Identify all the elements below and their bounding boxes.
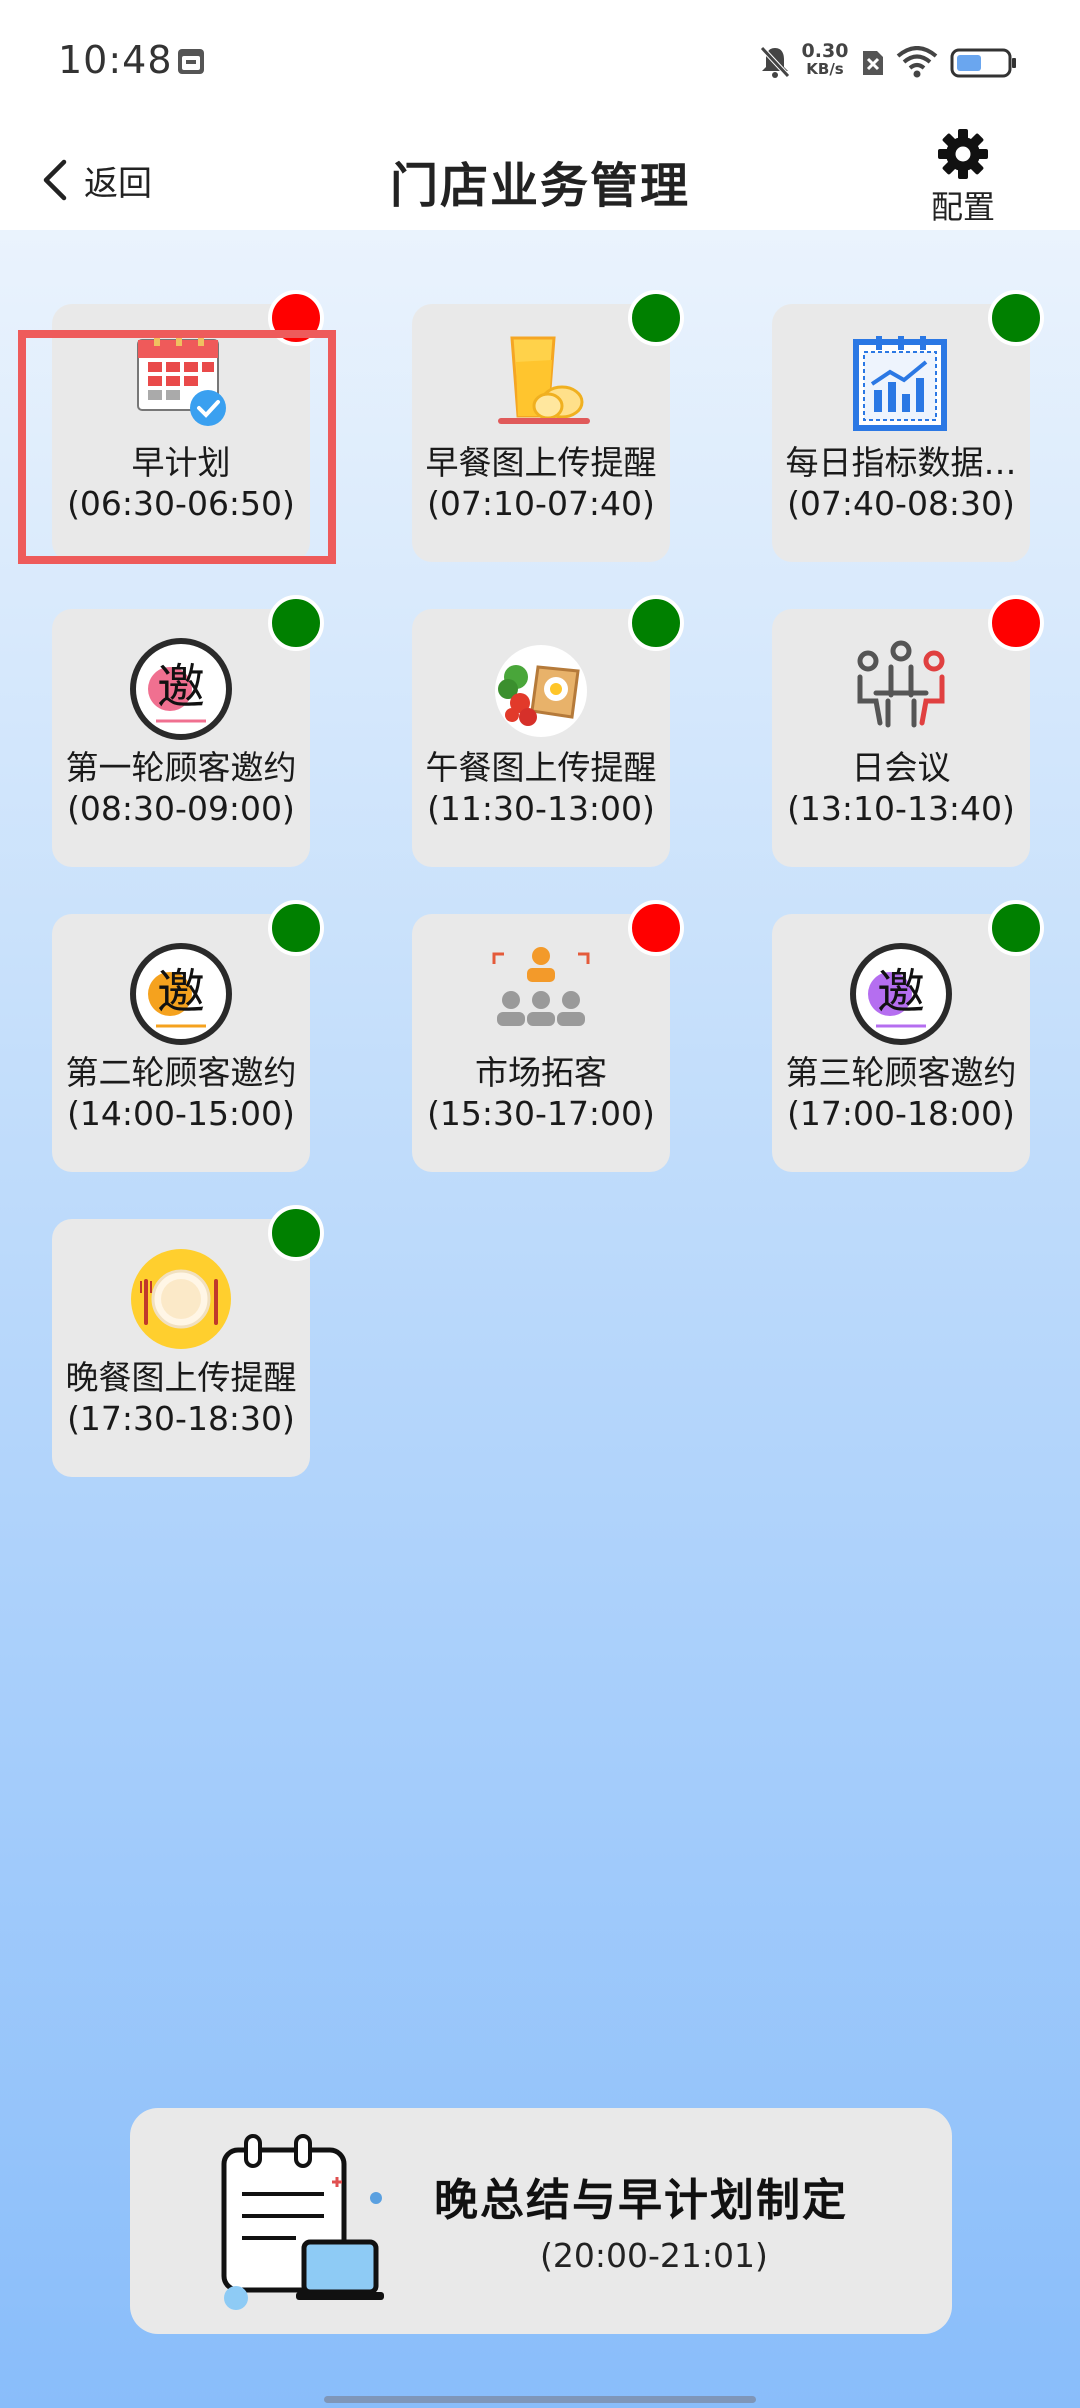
network-speed: 0.30 KB/s	[800, 40, 850, 79]
tile-time: (17:30-18:30)	[67, 1399, 295, 1438]
tile-first-invite[interactable]: 邀 第一轮顾客邀约 (08:30-09:00)	[52, 595, 324, 867]
status-time: 10:48	[58, 38, 173, 82]
status-dot-green	[268, 595, 324, 651]
calendar-notification-icon	[178, 49, 204, 74]
status-dot-green	[988, 290, 1044, 346]
audience-icon	[492, 947, 590, 1026]
status-dot-red	[988, 595, 1044, 651]
svg-text:邀: 邀	[877, 964, 925, 1020]
bell-muted-icon	[760, 46, 790, 78]
config-label: 配置	[930, 188, 995, 226]
status-dot-green	[628, 290, 684, 346]
tile-name: 午餐图上传提醒	[425, 748, 657, 787]
notepad-laptop-icon	[221, 2134, 384, 2310]
invite-badge-purple-icon: 邀	[850, 943, 952, 1045]
config-button[interactable]: 配置	[918, 126, 1008, 228]
tile-name: 市场拓客	[475, 1053, 607, 1092]
home-indicator[interactable]	[324, 2396, 756, 2403]
summary-title: 晚总结与早计划制定	[434, 2175, 848, 2226]
network-speed-unit: KB/s	[806, 60, 844, 78]
battery-icon	[950, 48, 1016, 78]
tile-second-invite[interactable]: 邀 第二轮顾客邀约 (14:00-15:00)	[52, 900, 324, 1172]
gear-icon	[938, 129, 988, 179]
tile-time: (08:30-09:00)	[67, 789, 295, 828]
tile-time: (17:00-18:00)	[787, 1094, 1015, 1133]
app-header: 返回 门店业务管理 配置	[0, 120, 1080, 230]
status-dot-green	[268, 1205, 324, 1261]
tile-breakfast-upload[interactable]: 早餐图上传提醒 (07:10-07:40)	[412, 290, 684, 562]
tile-name: 早餐图上传提醒	[425, 443, 657, 482]
status-dot-red	[628, 900, 684, 956]
meeting-icon	[857, 640, 945, 728]
tile-time: (14:00-15:00)	[67, 1094, 295, 1133]
tile-market-expansion[interactable]: 市场拓客 (15:30-17:00)	[412, 900, 684, 1172]
tile-time: (07:10-07:40)	[427, 484, 655, 523]
selection-highlight	[18, 330, 336, 564]
tile-name: 日会议	[851, 748, 951, 787]
tile-daily-metrics[interactable]: 每日指标数据… (07:40-08:30)	[772, 290, 1044, 562]
status-bar: 10:48 0.30 KB/s	[0, 0, 1080, 120]
tile-time: (13:10-13:40)	[787, 789, 1015, 828]
tile-name: 第一轮顾客邀约	[65, 748, 297, 787]
wifi-icon	[896, 46, 938, 78]
svg-text:邀: 邀	[157, 964, 205, 1020]
tile-daily-meeting[interactable]: 日会议 (13:10-13:40)	[772, 595, 1044, 867]
tile-name: 每日指标数据…	[785, 443, 1017, 482]
invite-badge-pink-icon: 邀	[130, 638, 232, 740]
tile-time: (07:40-08:30)	[787, 484, 1015, 523]
evening-summary-card[interactable]: 晚总结与早计划制定 (20:00-21:01)	[130, 2108, 952, 2334]
summary-time: (20:00-21:01)	[540, 2236, 768, 2275]
status-dot-green	[628, 595, 684, 651]
dinner-plate-icon	[131, 1249, 231, 1349]
breakfast-icon	[498, 336, 590, 424]
lunch-icon	[495, 645, 587, 737]
tile-name: 第三轮顾客邀约	[785, 1053, 1017, 1092]
tile-lunch-upload[interactable]: 午餐图上传提醒 (11:30-13:00)	[412, 595, 684, 867]
data-chart-icon	[853, 336, 947, 431]
status-dot-green	[988, 900, 1044, 956]
tile-time: (11:30-13:00)	[427, 789, 655, 828]
tile-name: 晚餐图上传提醒	[65, 1358, 297, 1397]
status-dot-green	[268, 900, 324, 956]
invite-badge-orange-icon: 邀	[130, 943, 232, 1045]
tile-name: 第二轮顾客邀约	[65, 1053, 297, 1092]
sim-off-icon	[863, 51, 883, 75]
tile-dinner-upload[interactable]: 晚餐图上传提醒 (17:30-18:30)	[52, 1205, 324, 1477]
svg-text:邀: 邀	[157, 659, 205, 715]
network-speed-value: 0.30	[801, 40, 849, 62]
tile-time: (15:30-17:00)	[427, 1094, 655, 1133]
tile-third-invite[interactable]: 邀 第三轮顾客邀约 (17:00-18:00)	[772, 900, 1044, 1172]
